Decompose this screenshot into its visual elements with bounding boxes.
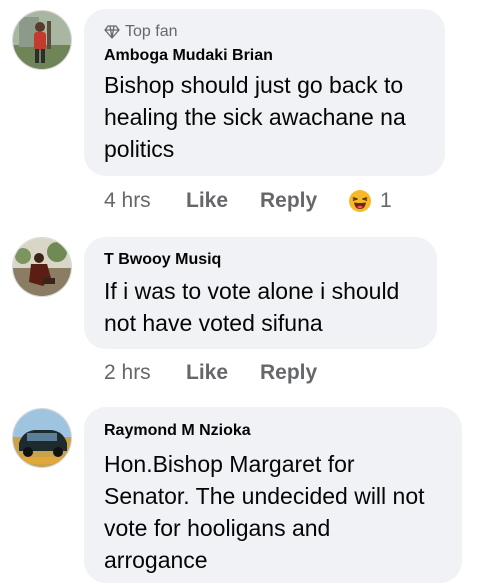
diamond-icon bbox=[104, 25, 120, 39]
comment-author[interactable]: Raymond M Nzioka bbox=[104, 422, 251, 440]
avatar-photo-icon bbox=[13, 11, 71, 69]
avatar[interactable] bbox=[12, 237, 72, 297]
reply-button[interactable]: Reply bbox=[260, 189, 348, 213]
avatar-photo-icon bbox=[13, 409, 71, 467]
comment-line: arrogance bbox=[104, 547, 208, 573]
reply-button[interactable]: Reply bbox=[260, 361, 348, 385]
comment-line: politics bbox=[104, 136, 175, 162]
comment-line: Bishop should just go back to bbox=[104, 72, 404, 98]
comment-3: Raymond M Nzioka Hon.Bishop Margaret for… bbox=[0, 400, 480, 587]
comment-line: healing the sick awachane na bbox=[104, 104, 406, 130]
comment-1: Top fan Amboga Mudaki Brian Bishop shoul… bbox=[0, 0, 480, 230]
comment-line: Hon.Bishop Margaret for bbox=[104, 451, 355, 477]
avatar[interactable] bbox=[12, 408, 72, 468]
comment-text: Bishop should just go back to healing th… bbox=[104, 69, 406, 165]
comment-bubble: T Bwooy Musiq If i was to vote alone i s… bbox=[84, 237, 437, 349]
like-button[interactable]: Like bbox=[186, 361, 260, 385]
comment-line: not have voted sifuna bbox=[104, 310, 323, 336]
like-button[interactable]: Like bbox=[186, 189, 260, 213]
comment-timestamp[interactable]: 4 hrs bbox=[104, 189, 186, 213]
comment-bubble: Top fan Amboga Mudaki Brian Bishop shoul… bbox=[84, 9, 445, 176]
comment-actions: 4 hrs Like Reply 1 bbox=[104, 186, 392, 216]
avatar-photo-icon bbox=[13, 238, 71, 296]
comment-timestamp[interactable]: 2 hrs bbox=[104, 361, 186, 385]
comment-line: vote for hooligans and bbox=[104, 515, 331, 541]
top-fan-badge: Top fan bbox=[104, 23, 177, 41]
comment-line: Senator. The undecided will not bbox=[104, 483, 425, 509]
comment-text: Hon.Bishop Margaret for Senator. The und… bbox=[104, 448, 425, 576]
avatar[interactable] bbox=[12, 10, 72, 70]
comment-author[interactable]: Amboga Mudaki Brian bbox=[104, 47, 273, 65]
comment-2: T Bwooy Musiq If i was to vote alone i s… bbox=[0, 230, 480, 400]
comment-text: If i was to vote alone i should not have… bbox=[104, 275, 399, 339]
reaction-count: 1 bbox=[380, 189, 392, 212]
comment-bubble: Raymond M Nzioka Hon.Bishop Margaret for… bbox=[84, 407, 462, 583]
badge-label: Top fan bbox=[125, 23, 178, 40]
comment-author[interactable]: T Bwooy Musiq bbox=[104, 251, 221, 269]
reaction-summary[interactable]: 1 bbox=[348, 189, 392, 213]
comment-line: If i was to vote alone i should bbox=[104, 278, 400, 304]
laughing-emoji-icon bbox=[349, 190, 371, 212]
comment-actions: 2 hrs Like Reply bbox=[104, 358, 348, 388]
